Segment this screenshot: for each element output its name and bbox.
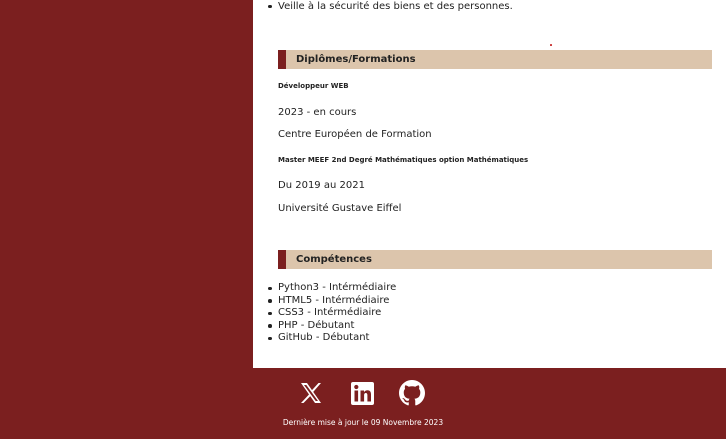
skill-item: HTML5 - Intérmédiaire: [253, 295, 396, 308]
skill-item: PHP - Débutant: [253, 320, 396, 333]
skill-item: Python3 - Intérmédiaire: [253, 282, 396, 295]
last-update-text: Dernière mise à jour le 09 Novembre 2023: [282, 418, 444, 427]
x-twitter-icon[interactable]: [298, 380, 324, 406]
section-header-skills: Compétences: [278, 250, 712, 269]
diploma-institution: Centre Européen de Formation: [278, 129, 432, 140]
section-title-skills: Compétences: [296, 254, 372, 265]
skill-item: CSS3 - Intérmédiaire: [253, 307, 396, 320]
resume-panel: Veille à la sécurité des biens et des pe…: [253, 0, 726, 368]
section-header-diplomas: Diplômes/Formations: [278, 50, 712, 69]
diploma-institution: Université Gustave Eiffel: [278, 203, 402, 214]
experience-bullet: Veille à la sécurité des biens et des pe…: [253, 0, 513, 13]
diploma-title: Master MEEF 2nd Degré Mathématiques opti…: [278, 156, 529, 164]
section-title-diplomas: Diplômes/Formations: [296, 54, 416, 65]
diploma-dates: Du 2019 au 2021: [278, 180, 365, 191]
experience-bullets: Veille à la sécurité des biens et des pe…: [253, 0, 513, 13]
diploma-dates: 2023 - en cours: [278, 107, 357, 118]
skills-list: Python3 - Intérmédiaire HTML5 - Intérméd…: [253, 282, 396, 345]
skill-item: GitHub - Débutant: [253, 332, 396, 345]
red-dot: [550, 44, 552, 46]
github-icon[interactable]: [399, 380, 425, 406]
diploma-title: Développeur WEB: [278, 82, 349, 90]
linkedin-icon[interactable]: [349, 380, 375, 406]
